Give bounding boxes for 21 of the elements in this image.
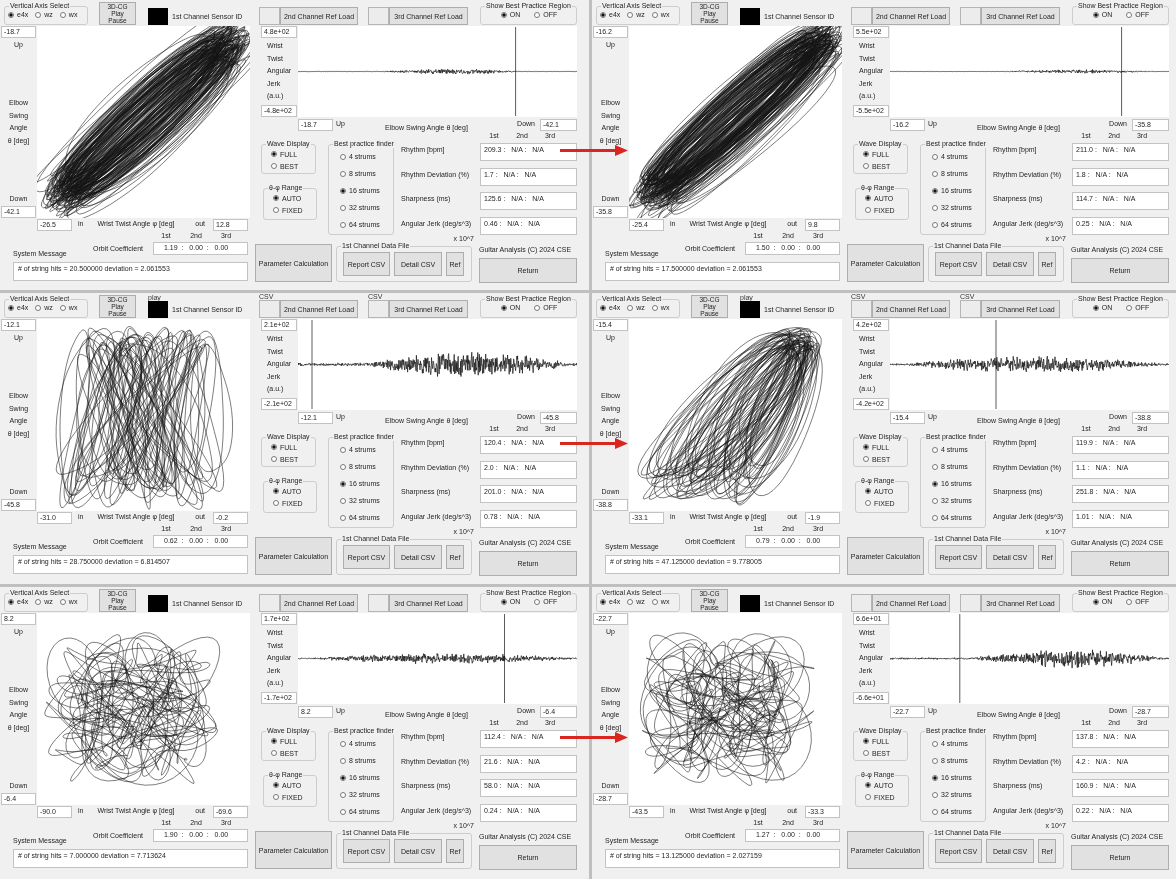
arrow-icon: [560, 732, 628, 743]
indicator-field: [851, 7, 872, 25]
indicator-field: [851, 300, 872, 318]
swatch-icon: [740, 595, 760, 612]
swatch-icon: [148, 595, 168, 612]
indicator-field: [368, 300, 389, 318]
indicator-field: [368, 594, 389, 612]
indicator-field: [960, 7, 981, 25]
swatch-icon: [740, 301, 760, 318]
indicator-field: [960, 300, 981, 318]
arrow-icon: [560, 438, 628, 449]
indicator-field: [851, 594, 872, 612]
swatch-icon: [740, 8, 760, 25]
indicator-field: [259, 7, 280, 25]
indicator-field: [960, 594, 981, 612]
arrow-icon: [560, 145, 628, 156]
indicator-field: [259, 594, 280, 612]
swatch-icon: [148, 301, 168, 318]
indicator-field: [259, 300, 280, 318]
indicator-field: [368, 7, 389, 25]
swatch-icon: [148, 8, 168, 25]
